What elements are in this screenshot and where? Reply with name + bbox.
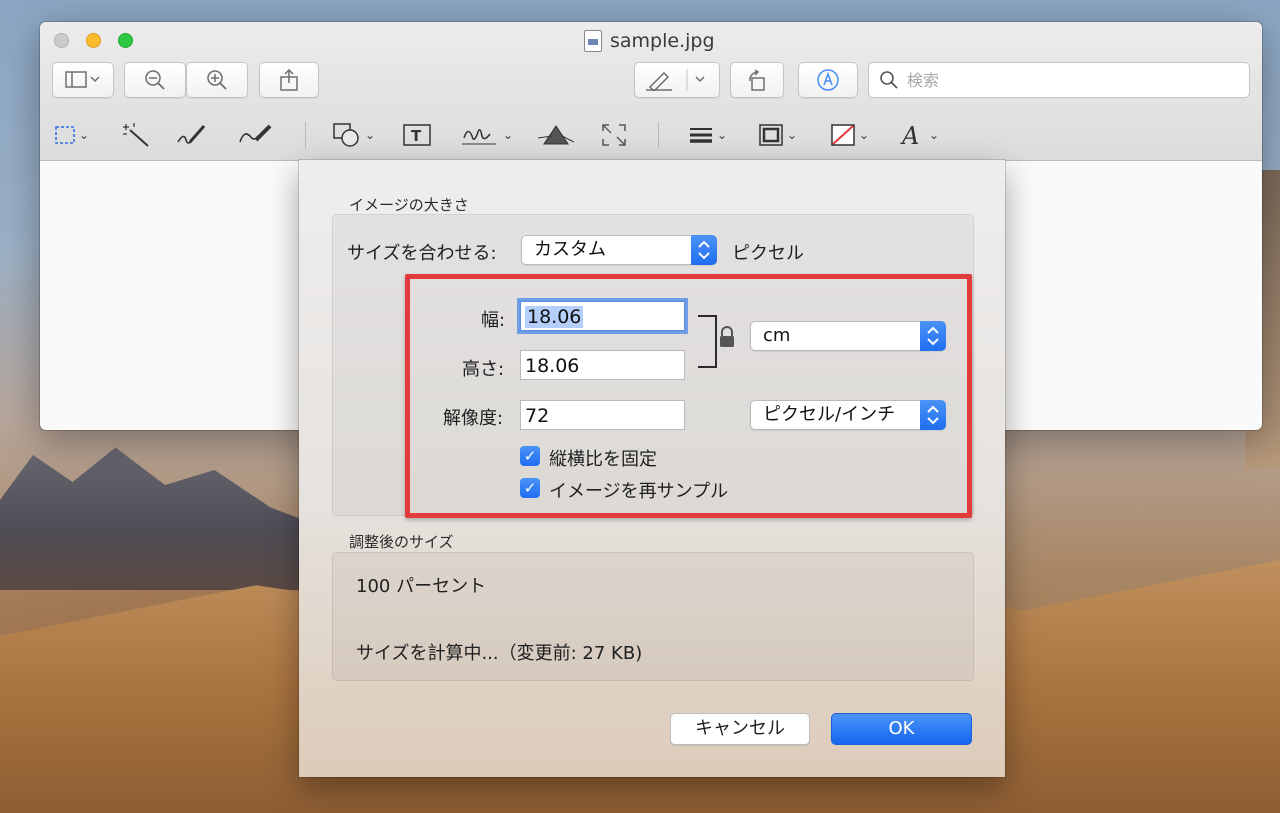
popup-arrows-icon bbox=[691, 235, 717, 265]
shapes-tool[interactable]: ⌄ bbox=[332, 118, 375, 152]
border-color-tool[interactable]: ⌄ bbox=[758, 118, 797, 152]
line-style-icon bbox=[690, 128, 712, 143]
resample-checkbox[interactable]: ✓ bbox=[520, 478, 540, 498]
size-unit-popup[interactable]: cm bbox=[750, 321, 946, 351]
height-field[interactable]: 18.06 bbox=[520, 350, 685, 380]
resolution-unit-value: ピクセル/インチ bbox=[763, 404, 896, 425]
magic-wand-icon bbox=[123, 123, 149, 147]
search-field[interactable] bbox=[868, 62, 1250, 98]
resize-icon bbox=[602, 124, 626, 146]
search-input[interactable] bbox=[905, 69, 1229, 91]
rotate-icon bbox=[749, 69, 765, 91]
image-size-section-title: イメージの大きさ bbox=[349, 196, 469, 214]
sidebar-button[interactable] bbox=[52, 62, 114, 98]
zoom-in-icon bbox=[207, 70, 227, 90]
chevron-down-icon: ⌄ bbox=[717, 128, 728, 142]
cancel-button[interactable]: キャンセル bbox=[670, 713, 810, 745]
minimize-button[interactable] bbox=[86, 33, 101, 48]
border-color-icon bbox=[759, 124, 783, 146]
resolution-value: 72 bbox=[525, 405, 550, 427]
markup-icon bbox=[817, 69, 839, 91]
result-percent: 100 パーセント bbox=[356, 576, 487, 597]
title-toolbar-area: sample.jpg 検索 ⌄ ⌄ T ⌄ ⌄ ⌄ ⌄ A ⌄ bbox=[40, 22, 1262, 161]
rotate-button[interactable] bbox=[730, 62, 784, 98]
shapes-icon bbox=[333, 123, 359, 147]
chevron-down-icon: ⌄ bbox=[787, 128, 798, 142]
resolution-label: 解像度: bbox=[443, 408, 504, 429]
height-value: 18.06 bbox=[525, 355, 580, 377]
popup-arrows-icon bbox=[920, 321, 946, 351]
sketch-tool[interactable] bbox=[176, 118, 208, 152]
fit-into-popup[interactable]: カスタム bbox=[521, 235, 717, 265]
text-tool[interactable]: T bbox=[402, 118, 432, 152]
zoom-out-icon bbox=[145, 70, 165, 90]
zoom-in-button[interactable] bbox=[186, 62, 248, 98]
chevron-down-icon: ⌄ bbox=[859, 128, 870, 142]
highlighter-icon bbox=[646, 69, 705, 91]
fill-color-tool[interactable]: ⌄ bbox=[830, 118, 869, 152]
toolbar-separator bbox=[305, 122, 306, 148]
markup-toolbar-button[interactable] bbox=[798, 62, 858, 98]
sketch-icon bbox=[177, 125, 206, 144]
fit-unit-label: ピクセル bbox=[732, 243, 804, 264]
resolution-field[interactable]: 72 bbox=[520, 400, 685, 430]
zoom-out-button[interactable] bbox=[124, 62, 186, 98]
prism-icon bbox=[538, 125, 574, 145]
toolbar-separator bbox=[658, 122, 659, 148]
text-box-icon: T bbox=[403, 124, 431, 146]
share-icon bbox=[280, 69, 298, 91]
width-field[interactable]: 18.06 bbox=[520, 301, 685, 331]
adjust-size-tool[interactable] bbox=[600, 118, 628, 152]
chevron-down-icon: ⌄ bbox=[365, 128, 376, 142]
rect-selection-icon bbox=[55, 126, 75, 144]
lock-icon[interactable] bbox=[718, 326, 736, 348]
fill-color-icon bbox=[831, 124, 855, 146]
width-label: 幅: bbox=[481, 310, 506, 331]
popup-arrows-icon bbox=[920, 400, 946, 430]
width-value: 18.06 bbox=[525, 306, 584, 328]
height-label: 高さ: bbox=[462, 359, 505, 380]
adjust-size-dialog: イメージの大きさ サイズを合わせる: カスタム ピクセル 幅: 18.06 高さ… bbox=[299, 160, 1005, 777]
resample-label: イメージを再サンプル bbox=[549, 481, 729, 502]
text-style-icon: A bbox=[900, 122, 919, 148]
adjust-color-tool[interactable] bbox=[538, 118, 574, 152]
chevron-down-icon: ⌄ bbox=[503, 128, 514, 142]
result-size-section-title: 調整後のサイズ bbox=[349, 533, 454, 551]
svg-text:T: T bbox=[411, 127, 422, 145]
draw-tool[interactable] bbox=[238, 118, 274, 152]
shape-style-tool[interactable]: ⌄ bbox=[688, 118, 727, 152]
chevron-down-icon: ⌄ bbox=[929, 128, 940, 142]
desktop-mountain bbox=[0, 447, 330, 590]
text-style-tool[interactable]: A ⌄ bbox=[900, 118, 939, 152]
fit-into-label: サイズを合わせる: bbox=[347, 243, 497, 264]
resolution-unit-popup[interactable]: ピクセル/インチ bbox=[750, 400, 946, 430]
size-unit-value: cm bbox=[763, 325, 791, 346]
aspect-ratio-label: 縦横比を固定 bbox=[549, 449, 657, 470]
ok-button[interactable]: OK bbox=[831, 713, 972, 745]
zoom-window-button[interactable] bbox=[118, 33, 133, 48]
search-icon bbox=[880, 71, 898, 89]
instant-alpha-tool[interactable] bbox=[122, 118, 150, 152]
aspect-ratio-checkbox[interactable]: ✓ bbox=[520, 446, 540, 466]
draw-icon bbox=[239, 124, 272, 143]
sidebar-icon bbox=[65, 71, 100, 88]
close-button[interactable] bbox=[54, 33, 69, 48]
selection-tool[interactable]: ⌄ bbox=[54, 118, 89, 152]
markup-pen-button[interactable] bbox=[634, 62, 720, 98]
fit-into-value: カスタム bbox=[534, 239, 606, 260]
window-title-text: sample.jpg bbox=[610, 30, 715, 52]
svg-text:A: A bbox=[900, 122, 919, 148]
window-title: sample.jpg bbox=[580, 30, 715, 52]
result-size-text: サイズを計算中...（変更前: 27 KB) bbox=[356, 643, 643, 664]
signature-icon bbox=[462, 129, 496, 145]
link-bracket bbox=[698, 315, 717, 368]
share-button[interactable] bbox=[259, 62, 319, 98]
sign-tool[interactable]: ⌄ bbox=[460, 118, 513, 152]
chevron-down-icon: ⌄ bbox=[79, 128, 90, 142]
